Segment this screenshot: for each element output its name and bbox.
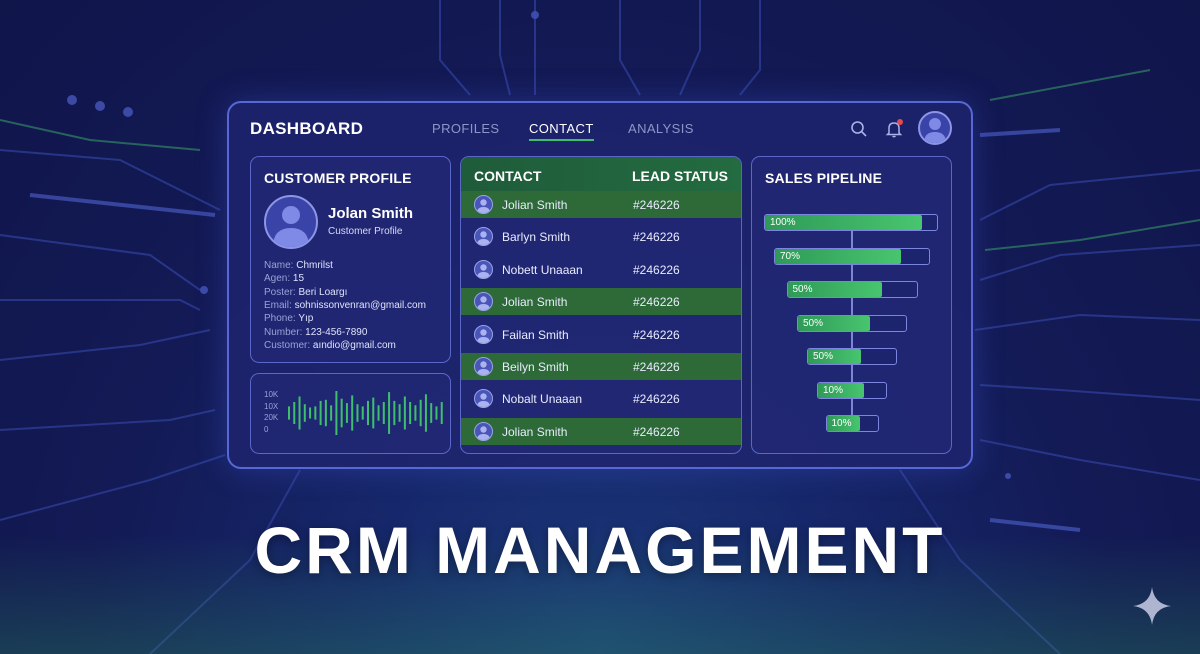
lead-status-id: #246226 (633, 327, 680, 342)
contact-avatar-icon (474, 389, 493, 409)
contact-avatar-icon (474, 227, 493, 247)
waveform-chart (288, 391, 443, 435)
tab-analysis[interactable]: ANALYSIS (628, 121, 694, 136)
lead-status-id: #246226 (633, 392, 680, 407)
pipeline-stage-label: 50% (813, 351, 834, 362)
pipeline-stage-label: 100% (770, 217, 796, 228)
contact-name: Nobalt Unaaan (502, 392, 583, 407)
column-lead-status: LEAD STATUS (632, 168, 728, 184)
table-row[interactable]: Failan Smith #246226 (461, 321, 741, 348)
sparkle-icon (1133, 587, 1171, 625)
pipeline-stage-bar: 10% (817, 381, 887, 399)
top-navigation-bar: DASHBOARD PROFILES CONTACT ANALYSIS (229, 103, 971, 155)
contact-name: Nobett Unaaan (502, 262, 583, 277)
y-label-4: 0 (264, 425, 269, 434)
detail-customer: Customer: aındio@gmail.com (264, 340, 396, 351)
contact-table-card: CONTACT LEAD STATUS Jolian Smith #246226 B… (460, 156, 742, 454)
search-icon[interactable] (849, 119, 869, 139)
sales-pipeline-card: SALES PIPELINE 100% 70% 50% 50% 50% 10% 10% (751, 156, 952, 454)
notification-dot (897, 119, 903, 125)
pipeline-stage-label: 10% (823, 384, 844, 396)
table-row[interactable]: Barlyn Smith #246226 (461, 223, 741, 250)
customer-profile-title: CUSTOMER PROFILE (264, 170, 412, 186)
contact-avatar-icon (474, 324, 493, 344)
pipeline-stage-bar: 50% (797, 314, 907, 332)
pipeline-stage-bar: 50% (807, 348, 897, 365)
lead-status-id: #246226 (633, 295, 680, 310)
headline: CRM MANAGEMENT (254, 513, 946, 587)
detail-phone: Phone: Yıp (264, 313, 314, 324)
lead-status-id: #246226 (633, 262, 680, 277)
table-row[interactable]: Nobett Unaaan #246226 (461, 256, 741, 283)
pipeline-stage-label: 70% (780, 250, 801, 262)
table-header: CONTACT LEAD STATUS (461, 157, 741, 191)
y-label-1: 10K (264, 390, 279, 399)
lead-status-id: #246226 (633, 424, 680, 439)
contact-name: Jolian Smith (502, 424, 568, 439)
pipeline-stage-bar: 10% (825, 415, 879, 432)
table-row[interactable]: Jolian Smith #246226 (461, 288, 741, 316)
pipeline-stage-bar: 100% (764, 214, 938, 231)
profile-subtitle: Customer Profile (328, 226, 403, 237)
table-row[interactable]: Nobalt Unaaan #246226 (461, 385, 741, 412)
tab-contact[interactable]: CONTACT (529, 121, 594, 141)
y-label-3: 20K (264, 413, 279, 422)
table-row[interactable]: Beilyn Smith #246226 (461, 353, 741, 380)
pipeline-stage-label: 50% (792, 284, 813, 295)
y-label-2: 10X (264, 402, 279, 411)
customer-profile-card: CUSTOMER PROFILE Jolan Smith Customer Pr… (250, 156, 451, 363)
contact-name: Beilyn Smith (502, 360, 569, 374)
lead-status-id: #246226 (633, 198, 680, 212)
pipeline-stage-bar: 50% (786, 281, 918, 298)
detail-email: Email: sohnissonvenran@gmail.com (264, 300, 426, 311)
contact-name: Jolian Smith (502, 295, 568, 310)
crm-dashboard-window: DASHBOARD PROFILES CONTACT ANALYSIS CUST… (227, 101, 973, 469)
contact-name: Barlyn Smith (502, 230, 571, 245)
detail-name: Name: Chmrilst (264, 260, 333, 271)
dashboard-title: DASHBOARD (250, 119, 364, 138)
pipeline-stage-label: 50% (803, 317, 824, 329)
contact-name: Jolian Smith (502, 198, 568, 212)
user-avatar-icon[interactable] (918, 111, 952, 145)
contact-avatar-icon (474, 292, 493, 312)
activity-chart-card: 10K 10X 20K 0 (250, 373, 451, 454)
pipeline-stage-label: 10% (831, 418, 852, 429)
profile-avatar (264, 195, 318, 249)
pipeline-stage-bar: 70% (774, 247, 930, 265)
contact-avatar-icon (474, 357, 493, 376)
contact-avatar-icon (474, 259, 493, 279)
detail-poster: Poster: Beri Loargı (264, 287, 348, 298)
contact-avatar-icon (474, 195, 493, 214)
table-row[interactable]: Jolian Smith #246226 (461, 417, 741, 445)
contact-avatar-icon (474, 421, 493, 441)
contact-name: Failan Smith (502, 327, 569, 342)
detail-agen: Agen: 15 (264, 273, 305, 284)
lead-status-id: #246226 (633, 360, 680, 374)
tab-profiles[interactable]: PROFILES (432, 121, 500, 136)
table-row[interactable]: Jolian Smith #246226 (461, 191, 741, 218)
column-contact: CONTACT (474, 168, 542, 184)
lead-status-id: #246226 (633, 230, 680, 245)
sales-pipeline-title: SALES PIPELINE (765, 170, 883, 186)
profile-name: Jolan Smith (328, 205, 414, 222)
detail-number: Number: 123-456-7890 (264, 327, 368, 338)
bell-icon[interactable] (884, 119, 904, 139)
